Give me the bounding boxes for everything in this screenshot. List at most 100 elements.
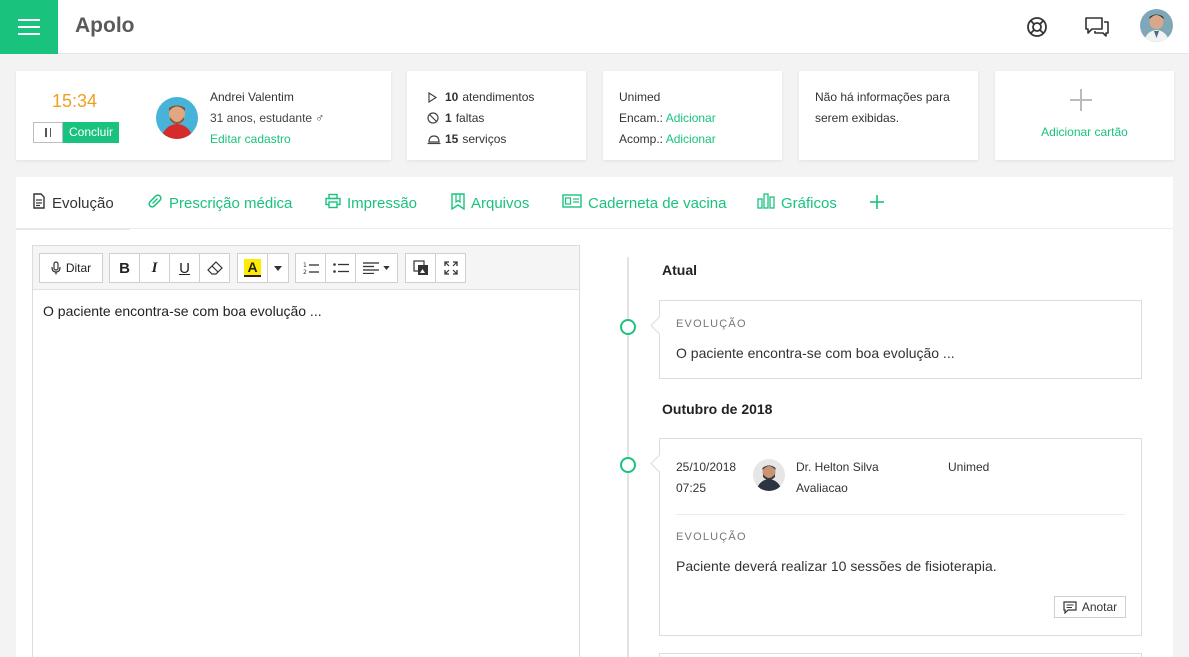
- doctor-name: Dr. Helton Silva: [796, 460, 879, 474]
- info-line-1: Não há informações para: [815, 90, 950, 104]
- tab-bar: Evolução Prescrição médica Impressão Arq…: [16, 177, 1173, 230]
- numbered-list-icon: 12: [303, 262, 319, 275]
- entry-insurance: Unimed: [948, 460, 990, 474]
- edit-registration-link[interactable]: Editar cadastro: [210, 132, 291, 146]
- tab-caderneta-vacina[interactable]: Caderneta de vacina: [562, 177, 726, 229]
- tab-graficos[interactable]: Gráficos: [757, 177, 837, 229]
- lifebuoy-icon[interactable]: [1022, 12, 1052, 42]
- attendances-count: 10: [445, 90, 459, 104]
- user-avatar[interactable]: [1140, 9, 1173, 42]
- pause-button[interactable]: [33, 122, 63, 143]
- conclude-button[interactable]: Concluir: [63, 122, 120, 143]
- ordered-list-button[interactable]: 12: [295, 253, 326, 283]
- info-line-2: serem exibidas.: [815, 111, 900, 125]
- evolution-text: Paciente deverá realizar 10 sessões de f…: [676, 558, 997, 574]
- dictate-label: Ditar: [65, 261, 92, 275]
- entry-date: 25/10/2018: [676, 460, 737, 474]
- editor-content[interactable]: O paciente encontra-se com boa evolução …: [43, 303, 322, 319]
- comment-icon: [1063, 600, 1077, 614]
- tab-label: Gráficos: [781, 194, 837, 212]
- expand-icon: [443, 261, 458, 275]
- patient-info: 31 anos, estudante ♂: [210, 111, 325, 125]
- highlight-dropdown-button[interactable]: [267, 253, 289, 283]
- absences-label: faltas: [455, 111, 485, 125]
- evolution-label: EVOLUÇÃO: [676, 318, 747, 330]
- divider: [676, 514, 1125, 515]
- evolution-editor[interactable]: Ditar B I U A 12 O paciente encontra-se …: [32, 245, 580, 657]
- entry-type: Avaliacao: [796, 481, 848, 495]
- chat-icon[interactable]: [1082, 12, 1112, 42]
- encam-add-link[interactable]: Adicionar: [666, 111, 716, 125]
- clear-format-button[interactable]: [199, 253, 230, 283]
- annotate-button[interactable]: Anotar: [1054, 596, 1126, 618]
- timeline-entry-card: 25/10/2018 07:25 Dr. Helton Silva Avalia…: [659, 438, 1142, 636]
- play-icon: [427, 91, 445, 103]
- caret-down-icon: [274, 265, 282, 271]
- add-card-button[interactable]: Adicionar cartão: [995, 71, 1174, 160]
- entry-time: 07:25: [676, 481, 707, 495]
- image-text-icon: [412, 260, 428, 275]
- document-icon: [32, 193, 46, 213]
- patient-card: 15:34 Concluir Andrei Valentim 31 anos, …: [16, 71, 391, 160]
- evolution-label: EVOLUÇÃO: [676, 531, 747, 543]
- tab-impressao[interactable]: Impressão: [325, 177, 417, 229]
- pill-icon: [147, 193, 163, 213]
- highlight-color-button[interactable]: A: [237, 253, 268, 283]
- printer-icon: [325, 193, 341, 213]
- tab-evolucao[interactable]: Evolução: [16, 177, 130, 230]
- annotate-label: Anotar: [1081, 600, 1118, 614]
- tab-label: Arquivos: [471, 194, 530, 212]
- services-label: serviços: [462, 132, 507, 146]
- evolution-text: O paciente encontra-se com boa evolução …: [676, 345, 955, 361]
- align-left-icon: [363, 262, 379, 274]
- tab-arquivos[interactable]: Arquivos: [451, 177, 529, 229]
- session-timer: 15:34: [52, 91, 98, 111]
- tab-prescricao[interactable]: Prescrição médica: [147, 177, 292, 229]
- doctor-avatar: [753, 459, 785, 491]
- bullet-list-icon: [332, 263, 349, 273]
- timeline-dot: [620, 319, 636, 335]
- svg-text:2: 2: [303, 269, 307, 275]
- vaccine-card-icon: [562, 194, 582, 212]
- chart-icon: [757, 193, 775, 213]
- align-button[interactable]: [355, 253, 398, 283]
- absences-count: 1: [445, 111, 452, 125]
- acomp-add-link[interactable]: Adicionar: [666, 132, 716, 146]
- eraser-icon: [206, 261, 223, 275]
- service-bell-icon: [427, 133, 445, 145]
- tab-label: Caderneta de vacina: [588, 194, 727, 212]
- insurance-card: Unimed Encam.: Adicionar Acomp.: Adicion…: [603, 71, 782, 160]
- timeline-entry-card-next: [659, 653, 1142, 657]
- bold-button[interactable]: B: [109, 253, 140, 283]
- tab-label: Prescrição médica: [169, 194, 293, 212]
- template-button[interactable]: [405, 253, 436, 283]
- tab-label: Impressão: [347, 194, 418, 212]
- underline-button[interactable]: U: [169, 253, 200, 283]
- ban-icon: [427, 112, 445, 124]
- current-evolution-card: EVOLUÇÃO O paciente encontra-se com boa …: [659, 300, 1142, 379]
- italic-button[interactable]: I: [139, 253, 170, 283]
- fullscreen-button[interactable]: [435, 253, 466, 283]
- acomp-label: Acomp.:: [619, 132, 664, 146]
- services-count: 15: [445, 132, 459, 146]
- info-card: Não há informações para serem exibidas.: [799, 71, 978, 160]
- top-bar: Apolo: [0, 0, 1189, 54]
- hamburger-menu-button[interactable]: [0, 0, 58, 54]
- add-tab-button[interactable]: [868, 193, 886, 211]
- app-title: Apolo: [75, 14, 135, 37]
- timeline-heading-month: Outubro de 2018: [662, 401, 773, 417]
- highlight-icon: A: [244, 259, 261, 277]
- svg-text:1: 1: [303, 262, 307, 269]
- stats-card: 10 atendimentos 1 faltas 15 serviços: [407, 71, 586, 160]
- timeline-heading-current: Atual: [662, 262, 697, 278]
- microphone-icon: [51, 261, 61, 275]
- insurance-name: Unimed: [619, 90, 661, 104]
- timeline-dot: [620, 457, 636, 473]
- add-card-label: Adicionar cartão: [1041, 125, 1128, 139]
- main-panel: Evolução Prescrição médica Impressão Arq…: [16, 177, 1173, 657]
- tab-label: Evolução: [52, 194, 114, 212]
- caret-down-icon: [383, 266, 390, 270]
- bullet-list-button[interactable]: [325, 253, 356, 283]
- patient-name: Andrei Valentim: [210, 90, 294, 104]
- dictate-button[interactable]: Ditar: [39, 253, 103, 283]
